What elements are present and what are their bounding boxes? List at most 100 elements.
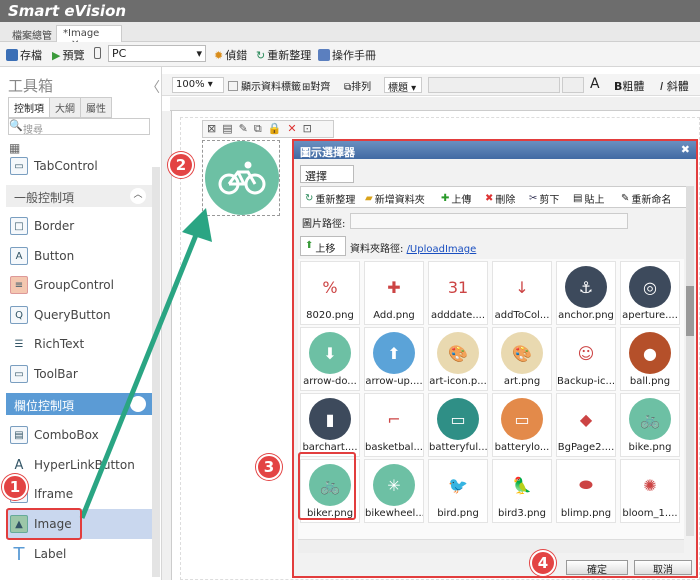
manual-button[interactable]: 操作手冊 bbox=[318, 47, 376, 63]
rename-icon: ✎ bbox=[621, 193, 630, 204]
control-tabcontrol[interactable]: ▭ TabControl bbox=[10, 155, 150, 177]
image-tile[interactable]: 🎨 art.png bbox=[492, 327, 552, 391]
refresh-button[interactable]: ↻ 重新整理 bbox=[305, 191, 355, 206]
image-tile[interactable]: ☺ Backup-ic... bbox=[556, 327, 616, 391]
properties-icon[interactable]: ▤ bbox=[222, 122, 232, 136]
tabcontrol-icon: ▭ bbox=[10, 157, 28, 175]
edit-icon[interactable]: ✎ bbox=[239, 122, 248, 136]
preview-button[interactable]: ▶ 預覽 bbox=[52, 47, 84, 63]
control-label: Label bbox=[34, 547, 67, 561]
debug-button[interactable]: ✹ 偵錯 bbox=[214, 47, 247, 63]
image-path-input[interactable] bbox=[350, 213, 628, 229]
ok-button[interactable]: 確定 bbox=[566, 560, 628, 576]
show-labels-checkbox[interactable]: 顯示資料標籤 bbox=[228, 78, 301, 93]
refresh-label: 重新整理 bbox=[315, 195, 356, 206]
image-tile[interactable]: ✚ Add.png bbox=[364, 261, 424, 325]
refresh-icon: ↻ bbox=[305, 193, 314, 204]
folder-path-link[interactable]: /UploadImage bbox=[407, 244, 477, 255]
image-tile[interactable]: ⬇ arrow-do... bbox=[300, 327, 360, 391]
tab-controls[interactable]: 控制項 bbox=[8, 97, 50, 118]
image-file-name: bike.png bbox=[628, 442, 672, 453]
main-toolbar: 存檔 ▶ 預覽 PC ▾ ✹ 偵錯 ↻ 重新整理 操作手冊 bbox=[0, 42, 700, 67]
move-icon[interactable]: ⊠ bbox=[207, 122, 216, 136]
close-icon[interactable]: ✖ bbox=[681, 143, 690, 156]
button-icon: A bbox=[10, 247, 28, 265]
callout-2: 2 bbox=[168, 152, 194, 178]
refresh-label: 重新整理 bbox=[267, 49, 312, 62]
paste-button[interactable]: ▤ 貼上 bbox=[573, 191, 604, 206]
image-tile[interactable]: ✳ bikewheel... bbox=[364, 459, 424, 523]
image-tile[interactable]: ↓ addToCol... bbox=[492, 261, 552, 325]
image-tile[interactable]: ▭ batteryful... bbox=[428, 393, 488, 457]
image-tile[interactable]: ⚓ anchor.png bbox=[556, 261, 616, 325]
folder-path-label: 資料夾路徑: bbox=[350, 244, 404, 255]
horizontal-ruler bbox=[170, 97, 700, 111]
font-select[interactable] bbox=[428, 77, 560, 93]
refresh-button[interactable]: ↻ 重新整理 bbox=[256, 47, 311, 63]
cut-button[interactable]: ✂ 剪下 bbox=[529, 191, 559, 206]
delete-icon[interactable]: ✕ bbox=[287, 122, 296, 136]
bold-button[interactable]: B粗體 bbox=[614, 78, 644, 94]
lock-icon[interactable]: 🔒 bbox=[268, 122, 282, 136]
image-tile[interactable]: ▭ batterylo... bbox=[492, 393, 552, 457]
tab-outline[interactable]: 大綱 bbox=[49, 97, 81, 118]
image-thumbnail-icon: ▭ bbox=[501, 398, 543, 440]
collapse-icon[interactable]: 〈 bbox=[146, 77, 160, 97]
image-tile[interactable]: % 8020.png bbox=[300, 261, 360, 325]
image-tile[interactable]: ● ball.png bbox=[620, 327, 680, 391]
upload-button[interactable]: ✚ 上傳 bbox=[441, 191, 471, 206]
image-thumbnail-icon: ⌐ bbox=[373, 398, 415, 440]
italic-button[interactable]: I 斜體 bbox=[660, 78, 689, 94]
image-tile[interactable]: ⌐ basketbal... bbox=[364, 393, 424, 457]
image-tile[interactable]: ◆ BgPage2.... bbox=[556, 393, 616, 457]
image-thumbnail-icon: ▮ bbox=[309, 398, 351, 440]
image-thumbnail-icon: % bbox=[309, 266, 351, 308]
image-file-name: Backup-ic... bbox=[557, 376, 615, 387]
delete-button[interactable]: ✖ 刪除 bbox=[485, 191, 515, 206]
rename-button[interactable]: ✎ 重新命名 bbox=[621, 191, 671, 206]
new-folder-button[interactable]: ▰ 新增資料夾 bbox=[365, 191, 425, 206]
move-up-button[interactable]: ⬆ 上移 bbox=[300, 236, 346, 256]
arrange-button[interactable]: ⧉排列 bbox=[344, 78, 371, 93]
image-tile[interactable]: ▮ barchart.... bbox=[300, 393, 360, 457]
cancel-button[interactable]: 取消 bbox=[634, 560, 692, 576]
image-file-name: adddate.... bbox=[430, 310, 486, 321]
heading-select[interactable]: 標題 ▾ bbox=[384, 77, 422, 94]
callout-4: 4 bbox=[530, 550, 556, 576]
image-thumbnail-icon: ⬆ bbox=[373, 332, 415, 374]
image-thumbnail-icon: ☺ bbox=[565, 332, 607, 374]
image-tile[interactable]: 🦜 bird3.png bbox=[492, 459, 552, 523]
align-button[interactable]: ⊞對齊 bbox=[302, 78, 330, 93]
zoom-select[interactable]: 100% ▾ bbox=[172, 77, 224, 93]
control-label-item[interactable]: T Label bbox=[10, 543, 150, 565]
tab-image[interactable]: *Image ✕ bbox=[56, 25, 122, 50]
search-input[interactable]: 搜尋 bbox=[8, 118, 150, 136]
dialog-scrollbar[interactable] bbox=[686, 186, 694, 536]
size-select[interactable] bbox=[562, 77, 584, 93]
tab-properties[interactable]: 屬性 bbox=[80, 97, 112, 118]
copy-icon[interactable]: ⧉ bbox=[254, 122, 262, 136]
image-tile[interactable]: 31 adddate.... bbox=[428, 261, 488, 325]
chevron-down-icon: ▾ bbox=[196, 47, 202, 60]
image-tile[interactable]: ◎ aperture.... bbox=[620, 261, 680, 325]
image-tile[interactable]: 🐦 bird.png bbox=[428, 459, 488, 523]
document-tab-bar: 檔案總管 *Image ✕ bbox=[0, 22, 700, 50]
save-button[interactable]: 存檔 bbox=[6, 47, 42, 63]
image-tile[interactable]: 🎨 art-icon.p... bbox=[428, 327, 488, 391]
dialog-header: 圖示選擇器 ✖ bbox=[294, 141, 696, 159]
tab-file-explorer[interactable]: 檔案總管 bbox=[6, 25, 58, 42]
move-up-label: 上移 bbox=[315, 244, 336, 255]
image-tile[interactable]: ⬬ blimp.png bbox=[556, 459, 616, 523]
font-size-icon[interactable]: A bbox=[590, 76, 600, 92]
image-tile[interactable]: ✺ bloom_1.... bbox=[620, 459, 680, 523]
upload-label: 上傳 bbox=[451, 195, 472, 206]
image-path-label: 圖片路徑: bbox=[302, 219, 346, 230]
border-icon: □ bbox=[10, 217, 28, 235]
expand-icon[interactable]: ⊡ bbox=[303, 122, 312, 136]
device-select[interactable]: PC ▾ bbox=[108, 45, 206, 62]
image-tile[interactable]: 🚲 bike.png bbox=[620, 393, 680, 457]
tab-select-image[interactable]: 選擇image bbox=[300, 165, 354, 197]
image-tile[interactable]: ⬆ arrow-up.... bbox=[364, 327, 424, 391]
image-thumbnail-icon: ✳ bbox=[373, 464, 415, 506]
grid-horizontal-scrollbar[interactable] bbox=[298, 539, 684, 553]
